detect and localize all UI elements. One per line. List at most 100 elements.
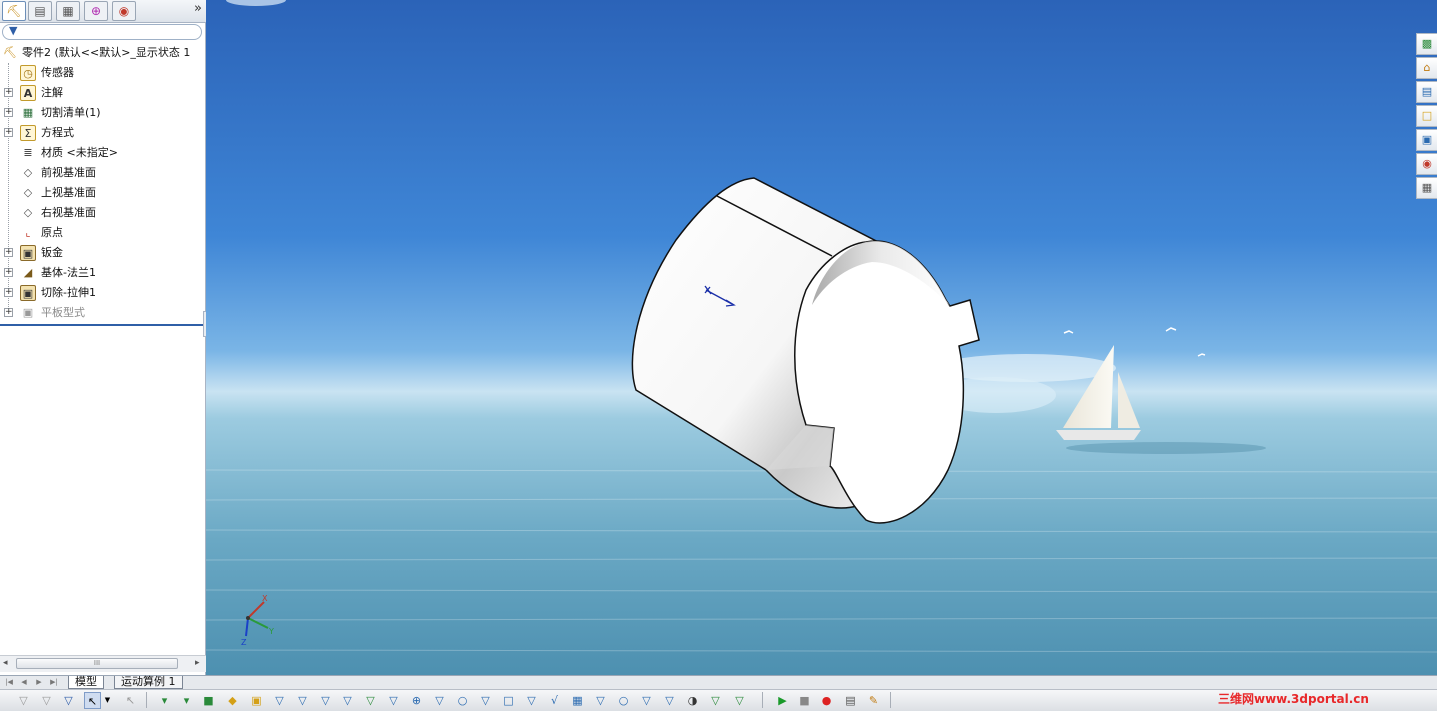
tree-filter-input[interactable]: ▼ (2, 24, 202, 40)
edit-macro-icon[interactable]: ✎ (865, 692, 882, 709)
expand-toggle[interactable]: + (4, 88, 13, 97)
next-tab-icon[interactable]: ▶ (32, 677, 46, 688)
record-macro-icon[interactable]: ● (818, 692, 835, 709)
expand-toggle[interactable]: + (4, 108, 13, 117)
origin-icon: ⌞ (25, 226, 31, 239)
filter-midpoints-icon[interactable]: ▽ (339, 692, 356, 709)
filter-misc-icon[interactable]: ▽ (731, 692, 748, 709)
filter-cosmetic-thread-icon[interactable]: ▽ (592, 692, 609, 709)
tree-item-top-plane[interactable]: ◇ 上视基准面 (0, 183, 205, 203)
tree-root-part[interactable]: ⛏ 零件2 (默认<<默认>_显示状态 1 (0, 43, 205, 63)
expand-toggle[interactable]: + (4, 288, 13, 297)
toolbar-separator (146, 692, 147, 708)
tree-item-right-plane[interactable]: ◇ 右视基准面 (0, 203, 205, 223)
filter-faces-icon[interactable]: ▽ (38, 692, 55, 709)
filter-toggle-icon[interactable]: ▽ (15, 692, 32, 709)
feature-manager-tab[interactable]: ⛏ (2, 1, 26, 21)
filter-sketch-segments-icon[interactable]: ▽ (317, 692, 334, 709)
triad-y-label: Y (268, 627, 274, 636)
first-tab-icon[interactable]: |◀ (2, 677, 16, 688)
tree-item-annotations[interactable]: + A 注解 (0, 83, 205, 103)
filter-blocks-icon[interactable]: ▦ (569, 692, 586, 709)
select-other-icon[interactable]: ↖ (122, 692, 139, 709)
filter-solid-icon[interactable]: ■ (200, 692, 217, 709)
filter-notes-icon[interactable]: ▽ (431, 692, 448, 709)
view-palette-tab[interactable]: ▣ (1416, 129, 1437, 151)
last-tab-icon[interactable]: ▶| (47, 677, 61, 688)
tree-item-label: 基体-法兰1 (41, 266, 96, 279)
filter-planes-icon[interactable]: ▣ (248, 692, 265, 709)
tree-item-label: 切割清单(1) (41, 106, 101, 119)
tree-item-flat-pattern[interactable]: + ▣ 平板型式 (0, 303, 205, 323)
stop-macro-icon[interactable]: ■ (796, 692, 813, 709)
filter-points-icon[interactable]: ▽ (294, 692, 311, 709)
graphics-viewport[interactable]: X Y Z (206, 0, 1437, 675)
tab-model[interactable]: 模型 (68, 676, 104, 689)
custom-properties-tab[interactable]: ▦ (1416, 177, 1437, 199)
tree-item-equations[interactable]: + Σ 方程式 (0, 123, 205, 143)
tree-item-base-flange[interactable]: + ◢ 基体-法兰1 (0, 263, 205, 283)
filter-geometric-tol-icon[interactable]: ▽ (523, 692, 540, 709)
filter-routing-points-icon[interactable]: ▽ (661, 692, 678, 709)
appearances-tab[interactable]: ◉ (1416, 153, 1437, 175)
filter-datum-icon[interactable]: □ (500, 692, 517, 709)
expand-toggle[interactable]: + (4, 308, 13, 317)
tree-item-material[interactable]: ≣ 材质 <未指定> (0, 143, 205, 163)
scroll-right-button[interactable]: ▸ (195, 658, 200, 668)
filter-centerlines-icon[interactable]: ▽ (385, 692, 402, 709)
filter-icon: ▼ (9, 24, 18, 37)
tree-item-front-plane[interactable]: ◇ 前视基准面 (0, 163, 205, 183)
filter-connection-points-icon[interactable]: ▽ (638, 692, 655, 709)
rollback-bar[interactable] (0, 324, 205, 326)
filter-edges-icon[interactable]: ▽ (60, 692, 77, 709)
triad-x-label: X (262, 594, 268, 603)
dimxpert-tab[interactable]: ⊕ (84, 1, 108, 21)
prev-tab-icon[interactable]: ◀ (17, 677, 31, 688)
filter-balloons-icon[interactable]: ○ (454, 692, 471, 709)
expand-toggle[interactable]: + (4, 268, 13, 277)
tree-item-cut-list[interactable]: + ▦ 切割清单(1) (0, 103, 205, 123)
expand-toggle[interactable]: + (4, 128, 13, 137)
select-arrow-icon[interactable]: ↖ (84, 692, 101, 709)
tree-item-label: 注解 (41, 86, 63, 99)
filter-sketch-icon[interactable]: ▾ (178, 692, 195, 709)
display-manager-tab[interactable]: ◉ (112, 1, 136, 21)
file-explorer-tab[interactable]: □ (1416, 105, 1437, 127)
filter-mates-icon[interactable]: ◑ (684, 692, 701, 709)
tree-item-label: 上视基准面 (41, 186, 96, 199)
play-macro-icon[interactable]: ▶ (774, 692, 791, 709)
tab-motion-study[interactable]: 运动算例 1 (114, 676, 183, 689)
scroll-thumb[interactable]: III (16, 658, 178, 669)
expand-panel-button[interactable]: » (194, 1, 202, 16)
scroll-left-button[interactable]: ◂ (3, 658, 8, 668)
tree-item-sheet-metal[interactable]: + ▣ 钣金 (0, 243, 205, 263)
filter-dimensions-icon[interactable]: ⊕ (408, 692, 425, 709)
filter-dowel-pin-icon[interactable]: ○ (615, 692, 632, 709)
new-macro-icon[interactable]: ▤ (842, 692, 859, 709)
home-tab[interactable]: ⌂ (1416, 57, 1437, 79)
configuration-manager-tab[interactable]: ▦ (56, 1, 80, 21)
file-explorer-icon: □ (1421, 109, 1433, 122)
filter-surface-finish-icon[interactable]: √ (546, 692, 563, 709)
tree-item-cut-extrude[interactable]: + ▣ 切除-拉伸1 (0, 283, 205, 303)
filter-misc-icon[interactable]: ▽ (707, 692, 724, 709)
filter-vertices-icon[interactable]: ▾ (156, 692, 173, 709)
filter-weld-icon[interactable]: ▽ (477, 692, 494, 709)
design-library-icon: ▤ (1421, 85, 1433, 98)
tree-root-label: 零件2 (默认<<默认>_显示状态 1 (22, 46, 191, 59)
base-flange-icon: ◢ (23, 266, 33, 279)
plane-icon: ◇ (23, 206, 33, 219)
filter-center-marks-icon[interactable]: ▽ (362, 692, 379, 709)
configuration-icon: ▦ (62, 4, 74, 18)
filter-axes-icon[interactable]: ▽ (271, 692, 288, 709)
property-manager-tab[interactable]: ▤ (28, 1, 52, 21)
expand-toggle[interactable]: + (4, 248, 13, 257)
panel-horizontal-scrollbar[interactable]: ◂ III ▸ (0, 655, 206, 672)
select-dropdown-icon[interactable]: ▼ (103, 692, 112, 709)
filter-surface-icon[interactable]: ◆ (224, 692, 241, 709)
tree-item-origin[interactable]: ⌞ 原点 (0, 223, 205, 243)
design-library-tab[interactable]: ▤ (1416, 81, 1437, 103)
tree-item-label: 方程式 (41, 126, 74, 139)
resources-tab[interactable]: ▩ (1416, 33, 1437, 55)
tree-item-sensors[interactable]: ◷ 传感器 (0, 63, 205, 83)
